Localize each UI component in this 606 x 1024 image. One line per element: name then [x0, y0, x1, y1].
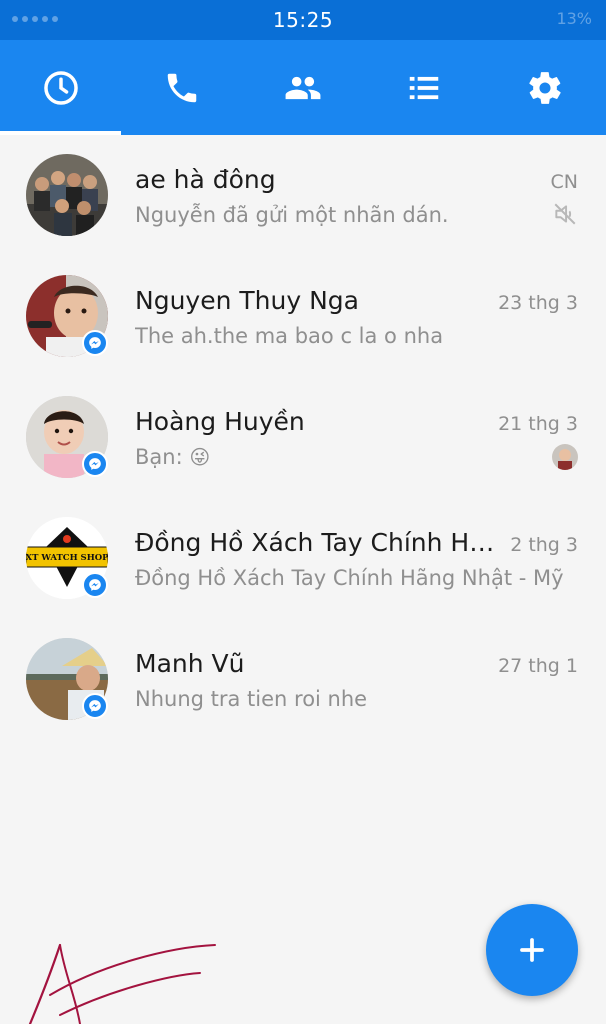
conversation-row[interactable]: XT WATCH SHOP Đồng Hồ Xách Tay Chính Hãn… — [0, 498, 606, 619]
people-icon — [285, 76, 321, 99]
conversation-row[interactable]: Hoàng Huyền Bạn: 😜 21 thg 3 — [0, 377, 606, 498]
messenger-badge-icon — [82, 330, 108, 356]
contact-name: Manh Vũ — [135, 649, 245, 678]
muted-speaker-icon — [554, 203, 576, 225]
message-snippet: Đồng Hồ Xách Tay Chính Hãng Nhật - Mỹ — [135, 566, 564, 590]
contact-name: ae hà đông — [135, 165, 276, 194]
avatar — [26, 154, 108, 236]
gear-icon — [529, 71, 562, 104]
status-bar: 15:25 13% — [0, 0, 606, 40]
conversation-row[interactable]: ae hà đông Nguyễn đã gửi một nhãn dán. C… — [0, 135, 606, 256]
tongue-face-emoji-icon: 😜 — [189, 445, 211, 469]
timestamp: 27 thg 1 — [498, 655, 578, 677]
contact-name: Đồng Hồ Xách Tay Chính Hãng Nhật - Mỹ — [135, 528, 500, 557]
timestamp: 21 thg 3 — [498, 413, 578, 435]
timestamp: 2 thg 3 — [510, 534, 578, 556]
plus-icon — [520, 938, 544, 962]
messenger-badge-icon — [82, 572, 108, 598]
tab-recent[interactable] — [0, 40, 122, 135]
tab-bar — [0, 40, 606, 135]
message-snippet: Nhung tra tien roi nhe — [135, 687, 368, 711]
messenger-badge-icon — [82, 693, 108, 719]
tab-settings[interactable] — [485, 40, 606, 135]
clock-icon — [43, 70, 78, 105]
list-icon — [409, 76, 439, 99]
conversation-list: ae hà đông Nguyễn đã gửi một nhãn dán. C… — [0, 135, 606, 740]
phone-icon — [167, 73, 197, 102]
status-time: 15:25 — [272, 8, 334, 32]
contact-name: Nguyen Thuy Nga — [135, 286, 359, 315]
tab-groups[interactable] — [364, 40, 485, 135]
logo-text: XT WATCH SHOP — [26, 553, 108, 563]
conversation-row[interactable]: Manh Vũ Nhung tra tien roi nhe 27 thg 1 — [0, 619, 606, 740]
contact-name: Hoàng Huyền — [135, 407, 305, 436]
battery-text: 13% — [556, 9, 592, 28]
messenger-badge-icon — [82, 451, 108, 477]
tab-people[interactable] — [242, 40, 363, 135]
message-snippet-text: Bạn: — [135, 445, 190, 469]
timestamp: CN — [550, 171, 578, 193]
message-snippet: The ah.the ma bao c la o nha — [135, 324, 444, 348]
message-snippet: Bạn: 😜 — [135, 445, 577, 469]
new-message-button[interactable] — [486, 904, 578, 996]
tab-calls[interactable] — [121, 40, 242, 135]
timestamp: 23 thg 3 — [498, 292, 578, 314]
scribble-annotation — [28, 943, 216, 1024]
seen-by-avatar — [552, 444, 578, 470]
conversation-row[interactable]: Nguyen Thuy Nga The ah.the ma bao c la o… — [0, 256, 606, 377]
message-snippet: Nguyễn đã gửi một nhãn dán. — [135, 203, 449, 227]
